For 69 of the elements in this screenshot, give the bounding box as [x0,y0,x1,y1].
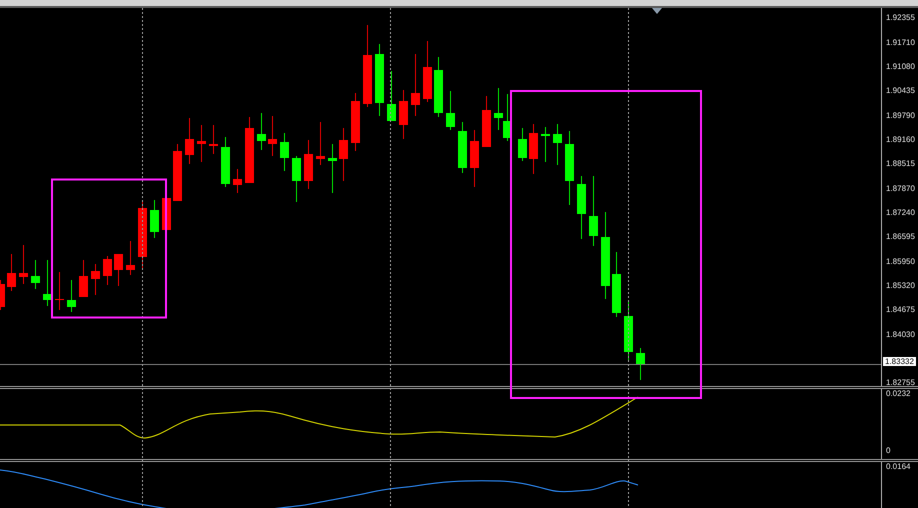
indicator-axis-label: 0.0232 [886,389,910,399]
candle [150,200,159,238]
candle [636,348,645,380]
candle [434,56,443,118]
candle [351,92,360,152]
candle [423,40,432,102]
candle [67,280,76,312]
candle [553,124,562,166]
candle [458,122,467,174]
candle [0,280,5,310]
candle [173,144,182,202]
price-axis-label: 1.87240 [886,208,915,218]
candle [612,252,621,318]
candle [518,128,527,162]
candle [209,124,218,154]
candle [126,240,135,276]
candle [245,116,254,184]
price-axis-label: 1.91080 [886,62,915,72]
candle [541,126,550,162]
candle [411,54,420,116]
candle [589,176,598,246]
candle [387,70,396,122]
candle [233,168,242,194]
price-axis-label: 1.84030 [886,330,915,340]
price-axis-label: 1.88515 [886,159,915,170]
candle [529,124,538,174]
candle [197,124,206,162]
candle [114,254,123,286]
candle [79,260,88,298]
candle [103,256,112,286]
candle [257,112,266,150]
candle [446,90,455,130]
price-axis-label: 1.82755 [886,378,915,388]
price-axis-label: 1.92355 [886,13,915,23]
candle [292,156,301,202]
indicator-axis-label: 0 [886,446,890,456]
candle [494,88,503,130]
candle [55,272,64,310]
candle [470,130,479,188]
candle [503,94,512,142]
candle [316,122,325,166]
candle [577,176,586,240]
candle [19,244,28,284]
candle [280,132,289,172]
candle [482,96,491,148]
candle [221,136,230,188]
price-axis-label: 1.84675 [886,305,915,316]
candle [339,128,348,182]
price-axis-label: 1.85950 [886,256,915,267]
candle [91,264,100,296]
candle [185,118,194,164]
candle [328,144,337,194]
indicator-axis-label: 0.0164 [886,462,910,472]
candle [304,140,313,190]
price-axis-label: 1.89790 [886,110,915,121]
price-axis-label: 1.89160 [886,134,915,145]
candle [7,254,16,292]
candle [624,300,633,360]
price-axis-label: 1.85320 [886,280,915,291]
candle [138,202,147,268]
price-axis-label: 1.90435 [886,86,915,96]
current-price-label: 1.83332 [883,357,916,366]
price-axis-label: 1.87870 [886,184,915,194]
candle [43,260,52,306]
price-axis-label: 1.86595 [886,232,915,242]
price-axis-label: 1.91710 [886,38,915,48]
candle [31,260,40,290]
candle [268,116,277,156]
candle [399,90,408,140]
